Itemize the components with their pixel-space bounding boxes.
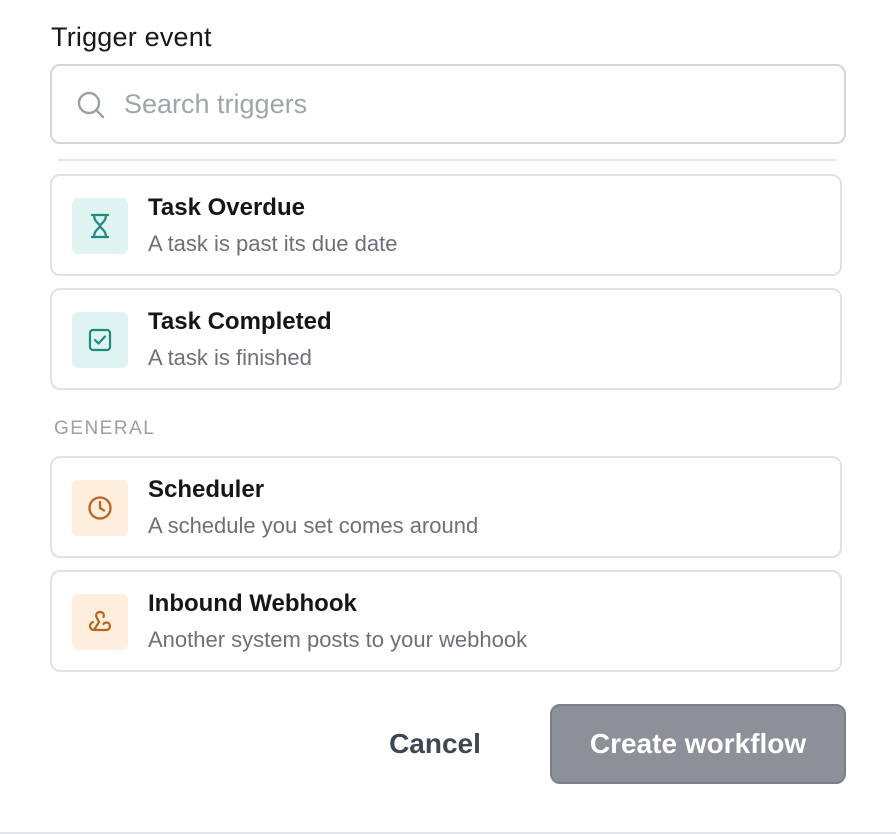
list-scroll-divider (58, 159, 836, 161)
webhook-icon (88, 610, 112, 632)
search-box[interactable] (50, 64, 846, 144)
check-square-icon (88, 328, 112, 352)
trigger-title: Scheduler (148, 476, 265, 503)
trigger-event-heading: Trigger event (51, 22, 212, 52)
trigger-title: Inbound Webhook (148, 590, 357, 617)
trigger-option-inbound-webhook[interactable]: Inbound Webhook Another system posts to … (50, 570, 842, 672)
trigger-title: Task Completed (148, 308, 332, 335)
trigger-option-task-overdue[interactable]: Task Overdue A task is past its due date (50, 174, 842, 276)
icon-tile (72, 312, 128, 368)
icon-tile (72, 594, 128, 650)
trigger-option-task-completed[interactable]: Task Completed A task is finished (50, 288, 842, 390)
group-label-general: GENERAL (54, 418, 156, 439)
create-workflow-button[interactable]: Create workflow (550, 704, 846, 784)
trigger-option-scheduler[interactable]: Scheduler A schedule you set comes aroun… (50, 456, 842, 558)
icon-tile (72, 198, 128, 254)
search-input[interactable] (124, 66, 824, 142)
trigger-title: Task Overdue (148, 194, 305, 221)
cancel-button[interactable]: Cancel (362, 706, 508, 782)
trigger-description: A task is finished (148, 345, 312, 370)
trigger-description: Another system posts to your webhook (148, 627, 528, 652)
icon-tile (72, 480, 128, 536)
clock-icon (88, 496, 112, 520)
hourglass-icon (90, 213, 110, 239)
trigger-dialog: Trigger event Task Overdue A task is pas… (0, 0, 896, 834)
trigger-description: A schedule you set comes around (148, 513, 479, 538)
search-icon (77, 91, 105, 119)
trigger-description: A task is past its due date (148, 231, 398, 256)
